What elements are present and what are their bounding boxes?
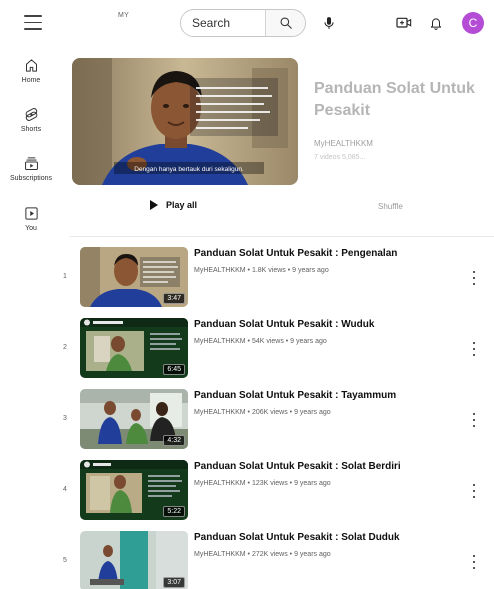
video-row[interactable]: 1 3:47 Panduan Solat Untuk Pesakit : Pen… (0, 247, 494, 309)
you-icon (24, 207, 38, 220)
presenter-image: Dengan hanya bertauk duri sekaligun. (72, 58, 298, 185)
video-index: 3 (63, 415, 67, 422)
mic-icon (324, 17, 334, 29)
menu-icon[interactable] (24, 15, 42, 31)
video-title[interactable]: Panduan Solat Untuk Pesakit : Tayammum (194, 390, 396, 401)
video-index: 5 (63, 557, 67, 564)
video-duration: 6:45 (163, 364, 185, 375)
more-options-icon[interactable] (468, 340, 480, 358)
more-options-icon[interactable] (468, 482, 480, 500)
playlist-channel[interactable]: MyHEALTHKKM (314, 139, 373, 148)
video-thumbnail[interactable]: 4:32 (80, 389, 188, 449)
more-options-icon[interactable] (468, 269, 480, 287)
shorts-icon (25, 108, 37, 121)
sidebar-item-shorts[interactable]: Shorts (0, 107, 62, 133)
video-index: 2 (63, 344, 67, 351)
video-title[interactable]: Panduan Solat Untuk Pesakit : Solat Berd… (194, 461, 401, 472)
sidebar-item-home[interactable]: Home (0, 58, 62, 84)
playlist-title: Panduan Solat Untuk Pesakit (314, 80, 475, 119)
voice-search-button[interactable] (318, 12, 340, 34)
subscriptions-icon (24, 157, 38, 170)
search-box (180, 9, 306, 37)
video-thumbnail[interactable]: 3:07 (80, 531, 188, 589)
notifications-button[interactable] (426, 12, 446, 34)
top-bar: MY C (0, 0, 494, 46)
video-thumbnail[interactable]: 3:47 (80, 247, 188, 307)
video-row[interactable]: 4 5:22 Panduan Solat Untuk Pesakit : Sol… (0, 460, 494, 522)
video-title[interactable]: Panduan Solat Untuk Pesakit : Wuduk (194, 319, 374, 330)
hero-subtitle: Dengan hanya bertauk duri sekaligun. (134, 166, 244, 173)
video-meta: MyHEALTHKKM • 206K views • 9 years ago (194, 409, 331, 416)
sidebar-item-label: Home (21, 77, 41, 84)
shuffle-button[interactable]: Shuffle (378, 202, 403, 211)
playlist-meta: 7 videos 5,085... (314, 154, 366, 161)
video-duration: 4:32 (163, 435, 185, 446)
sidebar-item-label: Subscriptions (9, 175, 53, 182)
play-all-label: Play all (166, 200, 198, 210)
avatar[interactable]: C (462, 12, 484, 34)
home-icon (25, 59, 37, 72)
video-thumbnail[interactable]: 5:22 (80, 460, 188, 520)
search-button[interactable] (265, 10, 305, 36)
create-button[interactable] (394, 13, 414, 33)
logo[interactable]: MY (118, 12, 129, 19)
search-icon (280, 17, 292, 29)
video-row[interactable]: 3 4:32 Panduan Solat Untuk Pesakit : Tay… (0, 389, 494, 451)
video-meta: MyHEALTHKKM • 54K views • 9 years ago (194, 338, 327, 345)
sidebar-item-you[interactable]: You (0, 206, 62, 232)
sidebar-item-label: Shorts (20, 126, 42, 133)
video-meta: MyHEALTHKKM • 1.8K views • 9 years ago (194, 267, 329, 274)
sidebar-item-subscriptions[interactable]: Subscriptions (0, 156, 62, 182)
playlist-hero-thumbnail[interactable]: Dengan hanya bertauk duri sekaligun. (72, 58, 298, 185)
create-icon (396, 17, 412, 28)
search-input[interactable] (181, 10, 265, 36)
video-meta: MyHEALTHKKM • 272K views • 9 years ago (194, 551, 331, 558)
video-index: 4 (63, 486, 67, 493)
video-duration: 5:22 (163, 506, 185, 517)
more-options-icon[interactable] (468, 553, 480, 571)
video-title[interactable]: Panduan Solat Untuk Pesakit : Pengenalan (194, 248, 397, 259)
video-duration: 3:07 (163, 577, 185, 588)
video-row[interactable]: 5 3:07 Panduan Solat Untuk Pesakit : Sol… (0, 531, 494, 589)
play-all-button[interactable]: Play all (150, 200, 197, 210)
divider (70, 236, 494, 237)
more-options-icon[interactable] (468, 411, 480, 429)
play-icon (150, 200, 158, 210)
sidebar-item-label: You (25, 225, 37, 232)
video-meta: MyHEALTHKKM • 123K views • 9 years ago (194, 480, 331, 487)
bell-icon (430, 18, 442, 30)
video-thumbnail[interactable]: 6:45 (80, 318, 188, 378)
video-duration: 3:47 (163, 293, 185, 304)
video-title[interactable]: Panduan Solat Untuk Pesakit : Solat Dudu… (194, 532, 400, 543)
video-row[interactable]: 2 6:45 Panduan Solat Untuk Pesakit : Wud… (0, 318, 494, 380)
video-index: 1 (63, 273, 67, 280)
